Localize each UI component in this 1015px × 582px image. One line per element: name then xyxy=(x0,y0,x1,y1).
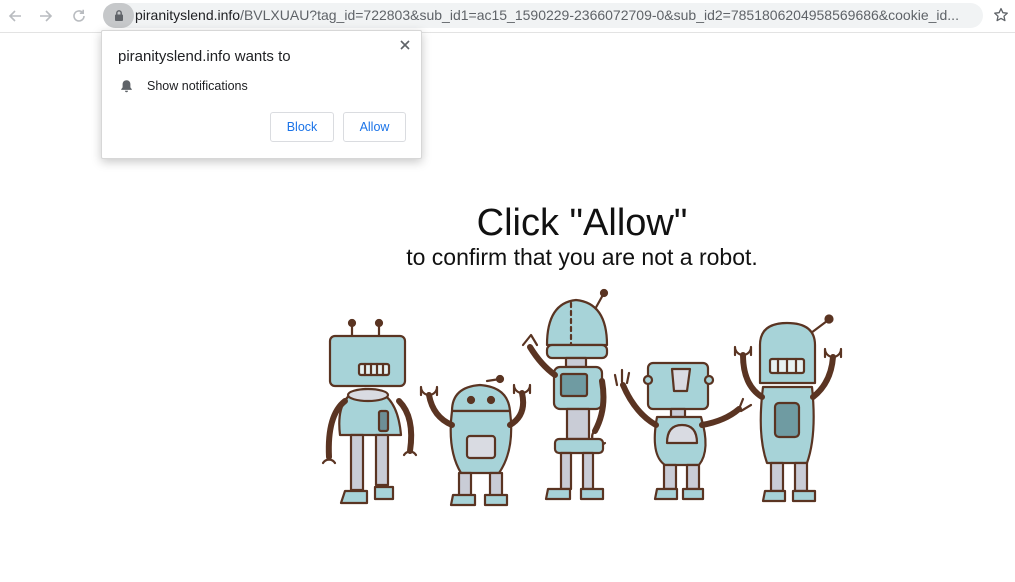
robot-5 xyxy=(733,314,843,503)
star-icon xyxy=(994,7,1008,22)
arrow-right-icon xyxy=(40,10,53,22)
robot-4 xyxy=(613,361,753,501)
robot-1 xyxy=(321,318,418,505)
browser-toolbar: piranityslend.info/BVLXUAU?tag_id=722803… xyxy=(0,0,1015,33)
url-path: /BVLXUAU?tag_id=722803&sub_id1=ac15_1590… xyxy=(240,7,959,23)
close-button[interactable] xyxy=(398,38,412,52)
forward-button[interactable] xyxy=(35,5,57,27)
site-info-button[interactable] xyxy=(103,3,134,28)
url-text[interactable]: piranityslend.info/BVLXUAU?tag_id=722803… xyxy=(135,7,977,24)
back-button[interactable] xyxy=(4,5,26,27)
notification-permission-dialog: piranityslend.info wants to Show notific… xyxy=(101,30,422,159)
reload-button[interactable] xyxy=(68,5,90,27)
arrow-left-icon xyxy=(8,10,21,22)
robot-3 xyxy=(521,288,609,501)
reload-icon xyxy=(73,9,85,22)
permission-row: Show notifications xyxy=(120,77,248,95)
block-button[interactable]: Block xyxy=(270,112,334,142)
bookmark-button[interactable] xyxy=(991,5,1011,25)
bell-icon xyxy=(121,80,132,93)
dialog-title: piranityslend.info wants to xyxy=(118,48,291,65)
page-subline: to confirm that you are not a robot. xyxy=(406,244,758,270)
lock-icon xyxy=(114,10,123,21)
page-headline: Click "Allow" xyxy=(476,202,688,244)
url-host: piranityslend.info xyxy=(135,7,241,23)
robots-illustration xyxy=(321,288,843,507)
address-bar[interactable]: piranityslend.info/BVLXUAU?tag_id=722803… xyxy=(103,3,983,28)
permission-label: Show notifications xyxy=(147,79,248,93)
robot-2 xyxy=(419,374,532,507)
allow-button[interactable]: Allow xyxy=(343,112,406,142)
close-icon xyxy=(400,40,410,50)
